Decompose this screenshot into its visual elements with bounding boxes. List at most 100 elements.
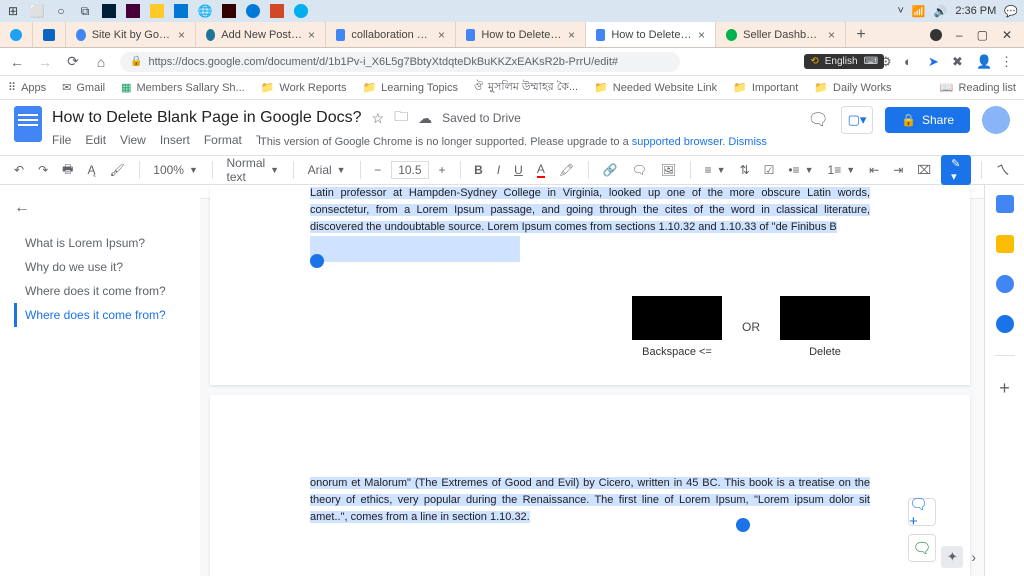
move-icon[interactable]: 🗀: [394, 106, 408, 130]
menu-format[interactable]: Format: [204, 133, 242, 147]
translate-pill[interactable]: ⟲English⌨: [804, 54, 884, 69]
outline-item[interactable]: Where does it come from?: [14, 279, 185, 303]
close-icon[interactable]: ×: [438, 28, 445, 42]
extension-icon[interactable]: ➤: [928, 54, 944, 70]
forward-button[interactable]: →: [36, 54, 54, 70]
selection-handle-icon[interactable]: [736, 518, 750, 532]
menu-insert[interactable]: Insert: [160, 133, 190, 147]
volume-icon[interactable]: 🔊: [934, 5, 948, 18]
bookmark-item[interactable]: ঔমুসলিম উম্মাহর কৈ...: [474, 78, 578, 97]
redo-button[interactable]: ↷: [34, 161, 52, 179]
search-icon[interactable]: ⬜: [30, 4, 44, 18]
line-spacing-button[interactable]: ⇅: [736, 161, 754, 179]
style-select[interactable]: Normal text▼: [222, 154, 283, 186]
checklist-button[interactable]: ☑: [760, 161, 779, 179]
add-panel-button[interactable]: +: [999, 378, 1010, 399]
add-comment-button[interactable]: 🗨+: [908, 498, 936, 526]
bookmark-item[interactable]: ▦Members Sallary Sh...: [121, 81, 245, 94]
numbered-list-button[interactable]: 1≡▼: [824, 161, 860, 179]
app-icon[interactable]: [270, 4, 284, 18]
font-size-inc[interactable]: +: [435, 161, 450, 179]
selected-text[interactable]: onorum et Malorum" (The Extremes of Good…: [310, 477, 870, 523]
bookmark-folder[interactable]: 📁Daily Works: [814, 81, 891, 94]
comments-icon[interactable]: 🗨: [807, 110, 829, 130]
highlight-button[interactable]: 🖍: [555, 161, 578, 179]
keep-icon[interactable]: [996, 235, 1014, 253]
browser-tab[interactable]: [0, 22, 33, 47]
menu-view[interactable]: View: [120, 133, 146, 147]
outline-item[interactable]: What is Lorem Ipsum?: [14, 231, 185, 255]
browser-tab[interactable]: Seller Dashboard×: [716, 22, 846, 47]
bookmark-folder[interactable]: 📁Needed Website Link: [594, 81, 717, 94]
browser-tab[interactable]: Add New Post ‹ Blo...×: [196, 22, 326, 47]
link-button[interactable]: 🔗: [599, 161, 622, 179]
menu-icon[interactable]: ⋮: [1000, 54, 1016, 70]
hide-menus-button[interactable]: ㄟ: [992, 158, 1014, 182]
share-button[interactable]: 🔒Share: [885, 107, 970, 133]
selected-text[interactable]: Latin professor at Hampden-Sydney Colleg…: [310, 187, 870, 233]
back-button[interactable]: ←: [8, 54, 26, 70]
star-icon[interactable]: ☆: [372, 110, 385, 127]
zoom-select[interactable]: 100%▼: [149, 161, 202, 179]
chrome-icon[interactable]: 🌐: [198, 4, 212, 18]
chevron-up-icon[interactable]: ˅: [897, 5, 903, 17]
page[interactable]: onorum et Malorum" (The Extremes of Good…: [210, 395, 970, 576]
profile-icon[interactable]: 👤: [976, 54, 992, 70]
extension-icon[interactable]: ✖: [952, 54, 968, 70]
reading-list-button[interactable]: 📖Reading list: [940, 81, 1016, 94]
comment-button[interactable]: 🗨: [628, 161, 651, 179]
bulleted-list-button[interactable]: •≡▼: [784, 161, 817, 179]
image-button[interactable]: 🖼: [657, 161, 680, 179]
calendar-icon[interactable]: [996, 195, 1014, 213]
close-icon[interactable]: ×: [568, 28, 575, 42]
notifications-icon[interactable]: 💬: [1004, 5, 1018, 18]
outline-item-active[interactable]: Where does it come from?: [14, 303, 185, 327]
banner-link[interactable]: supported browser: [632, 136, 723, 148]
bookmark-folder[interactable]: 📁Important: [733, 81, 798, 94]
clear-format-button[interactable]: ⌧: [913, 161, 935, 179]
align-button[interactable]: ≡▼: [701, 161, 730, 179]
bookmark-folder[interactable]: 📁Learning Topics: [362, 81, 458, 94]
browser-tab-active[interactable]: How to Delete Blan...×: [586, 22, 716, 47]
outline-item[interactable]: Why do we use it?: [14, 255, 185, 279]
undo-button[interactable]: ↶: [10, 161, 28, 179]
close-icon[interactable]: ×: [178, 28, 185, 42]
page[interactable]: Latin professor at Hampden-Sydney Colleg…: [210, 185, 970, 385]
bold-button[interactable]: B: [470, 161, 487, 179]
cloud-icon[interactable]: ☁: [418, 110, 432, 127]
maximize-button[interactable]: ▢: [977, 28, 988, 42]
selection-handle-icon[interactable]: [310, 254, 324, 268]
apps-shortcut[interactable]: ⠿Apps: [8, 81, 46, 94]
tasks-icon[interactable]: [996, 275, 1014, 293]
font-size-dec[interactable]: −: [370, 161, 385, 179]
present-button[interactable]: ▢▾: [841, 106, 873, 134]
taskview-icon[interactable]: ⧉: [78, 4, 92, 18]
wifi-icon[interactable]: 📶: [912, 5, 926, 18]
menu-file[interactable]: File: [52, 133, 71, 147]
cortana-icon[interactable]: ○: [54, 4, 68, 18]
close-icon[interactable]: ×: [308, 28, 315, 42]
url-input[interactable]: 🔒 https://docs.google.com/document/d/1b1…: [120, 52, 680, 72]
explorer-icon[interactable]: [150, 4, 164, 18]
font-select[interactable]: Arial▼: [304, 161, 350, 179]
app-icon[interactable]: [222, 4, 236, 18]
new-tab-button[interactable]: +: [846, 22, 876, 47]
clock[interactable]: 2:36 PM: [955, 5, 996, 17]
reload-button[interactable]: ⟳: [64, 53, 82, 70]
outline-back-icon[interactable]: ←: [14, 199, 30, 217]
start-icon[interactable]: ⊞: [6, 4, 20, 18]
contacts-icon[interactable]: [996, 315, 1014, 333]
close-icon[interactable]: ×: [698, 28, 705, 42]
bookmark-item[interactable]: ✉Gmail: [62, 81, 105, 94]
mail-icon[interactable]: [174, 4, 188, 18]
skype-icon[interactable]: [294, 4, 308, 18]
avatar[interactable]: [982, 106, 1010, 134]
bookmark-folder[interactable]: 📁Work Reports: [261, 81, 347, 94]
font-size-input[interactable]: 10.5: [391, 161, 428, 179]
spellcheck-button[interactable]: Ą: [83, 161, 99, 179]
print-button[interactable]: 🖶: [58, 158, 77, 183]
home-button[interactable]: ⌂: [92, 54, 110, 70]
indent-dec-button[interactable]: ⇤: [865, 161, 883, 179]
banner-dismiss[interactable]: Dismiss: [728, 136, 767, 148]
edge-icon[interactable]: [246, 4, 260, 18]
